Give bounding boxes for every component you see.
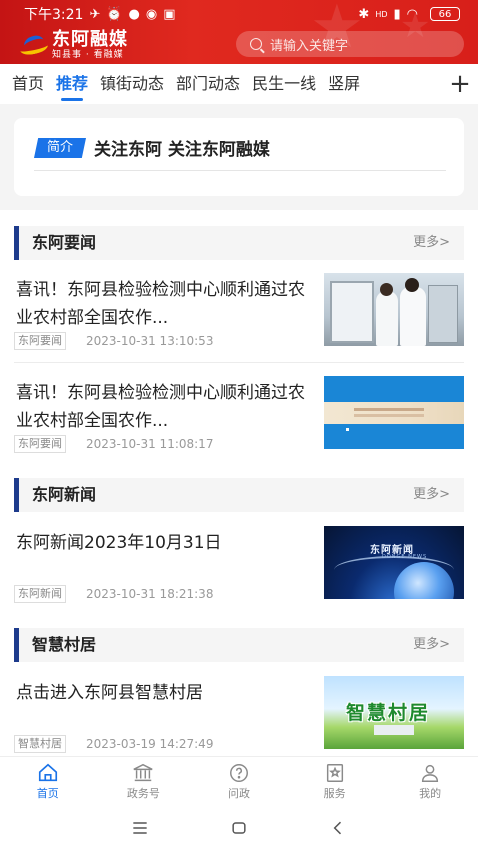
news-title: 喜讯！东阿县检验检测中心顺利通过农业农村部全国农作... (16, 280, 305, 328)
news-thumbnail: 智慧村居 (324, 676, 464, 749)
tab-home[interactable]: 首页 (0, 64, 50, 104)
tab-town-news[interactable]: 镇街动态 (94, 64, 170, 104)
news-feed: 东阿要闻 更多> 喜讯！东阿县检验检测中心顺利通过农业农村部全国农作... 东阿… (0, 210, 478, 756)
news-thumbnail (324, 376, 464, 449)
app-name: 东阿融媒 (52, 28, 128, 50)
tab-recommend[interactable]: 推荐 (50, 64, 94, 104)
signal-icon: ▮ (393, 6, 401, 22)
battery-icon: 66 (430, 7, 460, 21)
network-label: HD (375, 9, 388, 19)
bottom-nav-label: 问政 (227, 787, 250, 800)
bottom-nav-service[interactable]: 服务 (287, 757, 383, 806)
news-date: 2023-10-31 11:08:17 (86, 437, 214, 451)
intro-title: 关注东阿 关注东阿融媒 (94, 140, 270, 160)
news-thumbnail: 东阿新闻 DONGE NEWS (324, 526, 464, 599)
section-header-donge-headlines: 东阿要闻 更多> (14, 226, 464, 260)
section-title: 东阿要闻 (32, 233, 97, 252)
news-item[interactable]: 喜讯！东阿县检验检测中心顺利通过农业农村部全国农作... 东阿要闻 2023-1… (14, 273, 464, 352)
add-channel-button[interactable]: + (442, 64, 478, 104)
news-item[interactable]: 点击进入东阿县智慧村居 智慧村居 2023-03-19 14:27:49 智慧村… (14, 676, 464, 755)
news-tag: 东阿要闻 (14, 435, 66, 453)
news-item[interactable]: 喜讯！东阿县检验检测中心顺利通过农业农村部全国农作... 东阿要闻 2023-1… (14, 376, 464, 455)
tab-vertical-video[interactable]: 竖屏 (322, 64, 366, 104)
app-logo: 东阿融媒 知县事 · 看融媒 (18, 28, 128, 62)
news-title: 喜讯！东阿县检验检测中心顺利通过农业农村部全国农作... (16, 383, 305, 431)
news-tag: 智慧村居 (14, 735, 66, 753)
news-title: 点击进入东阿县智慧村居 (16, 683, 203, 703)
system-navigation-bar (0, 806, 478, 850)
bottom-navigation: 首页 政务号 问政 服务 我的 (0, 756, 478, 806)
back-icon[interactable] (328, 818, 348, 838)
plus-icon: + (449, 69, 471, 99)
search-input[interactable]: 请输入关键字 (236, 31, 464, 57)
question-icon (226, 762, 252, 784)
intro-badge: 简介 (34, 138, 86, 158)
bottom-nav-home[interactable]: 首页 (0, 757, 96, 806)
news-tag: 东阿新闻 (14, 585, 66, 603)
thumbnail-subtext: DONGE NEWS (382, 554, 428, 560)
more-link[interactable]: 更多> (413, 226, 450, 260)
app-slogan: 知县事 · 看融媒 (52, 49, 124, 60)
section-header-smart-village: 智慧村居 更多> (14, 628, 464, 662)
menu-icon[interactable] (130, 818, 150, 838)
section-title: 智慧村居 (32, 635, 97, 654)
intro-card[interactable]: 简介 关注东阿 关注东阿融媒 (14, 118, 464, 196)
bottom-nav-label: 我的 (419, 787, 442, 800)
tab-department-news[interactable]: 部门动态 (170, 64, 246, 104)
home-square-icon[interactable] (229, 818, 249, 838)
news-item[interactable]: 东阿新闻2023年10月31日 东阿新闻 2023-10-31 18:21:38… (14, 526, 464, 605)
section-header-donge-news: 东阿新闻 更多> (14, 478, 464, 512)
bottom-nav-label: 首页 (36, 787, 59, 800)
bottom-nav-profile[interactable]: 我的 (382, 757, 478, 806)
search-icon (250, 38, 262, 50)
tab-livelihood[interactable]: 民生一线 (246, 64, 322, 104)
government-icon (130, 762, 156, 784)
service-star-icon (322, 762, 348, 784)
more-link[interactable]: 更多> (413, 478, 450, 512)
status-time: 下午3:21 (24, 7, 84, 23)
thumbnail-text: 智慧村居 (346, 702, 431, 724)
app-header: ★ ★ 下午3:21 ✈ ⏰ ● ◉ ▣ ✱ HD ▮ ◠ 66 东阿融媒 知县… (0, 0, 478, 64)
wifi-icon: ◠ (406, 6, 418, 22)
wechat-icon: ● (128, 6, 140, 22)
qq-icon: ◉ (145, 6, 158, 22)
notification-icon: ▣ (163, 6, 176, 22)
bottom-nav-inquiry[interactable]: 问政 (191, 757, 287, 806)
no-sim-icon: ✈ (89, 6, 101, 22)
bluetooth-icon: ✱ (358, 6, 370, 22)
news-thumbnail (324, 273, 464, 346)
news-date: 2023-10-31 18:21:38 (86, 587, 214, 601)
news-title: 东阿新闻2023年10月31日 (16, 533, 222, 553)
bottom-nav-label: 政务号 (126, 787, 160, 800)
news-date: 2023-10-31 13:10:53 (86, 334, 214, 348)
bottom-nav-government[interactable]: 政务号 (96, 757, 192, 806)
search-placeholder: 请输入关键字 (270, 38, 349, 54)
home-icon (35, 762, 61, 784)
news-tag: 东阿要闻 (14, 332, 66, 350)
news-date: 2023-03-19 14:27:49 (86, 737, 214, 751)
channel-tabs: 首页 推荐 镇街动态 部门动态 民生一线 竖屏 + (0, 64, 478, 104)
status-bar: 下午3:21 ✈ ⏰ ● ◉ ▣ ✱ HD ▮ ◠ 66 (0, 0, 478, 28)
more-link[interactable]: 更多> (413, 628, 450, 662)
profile-icon (417, 762, 443, 784)
logo-mark-icon (18, 32, 50, 58)
bottom-nav-label: 服务 (323, 787, 346, 800)
section-title: 东阿新闻 (32, 485, 97, 504)
alarm-icon: ⏰ (106, 6, 123, 22)
